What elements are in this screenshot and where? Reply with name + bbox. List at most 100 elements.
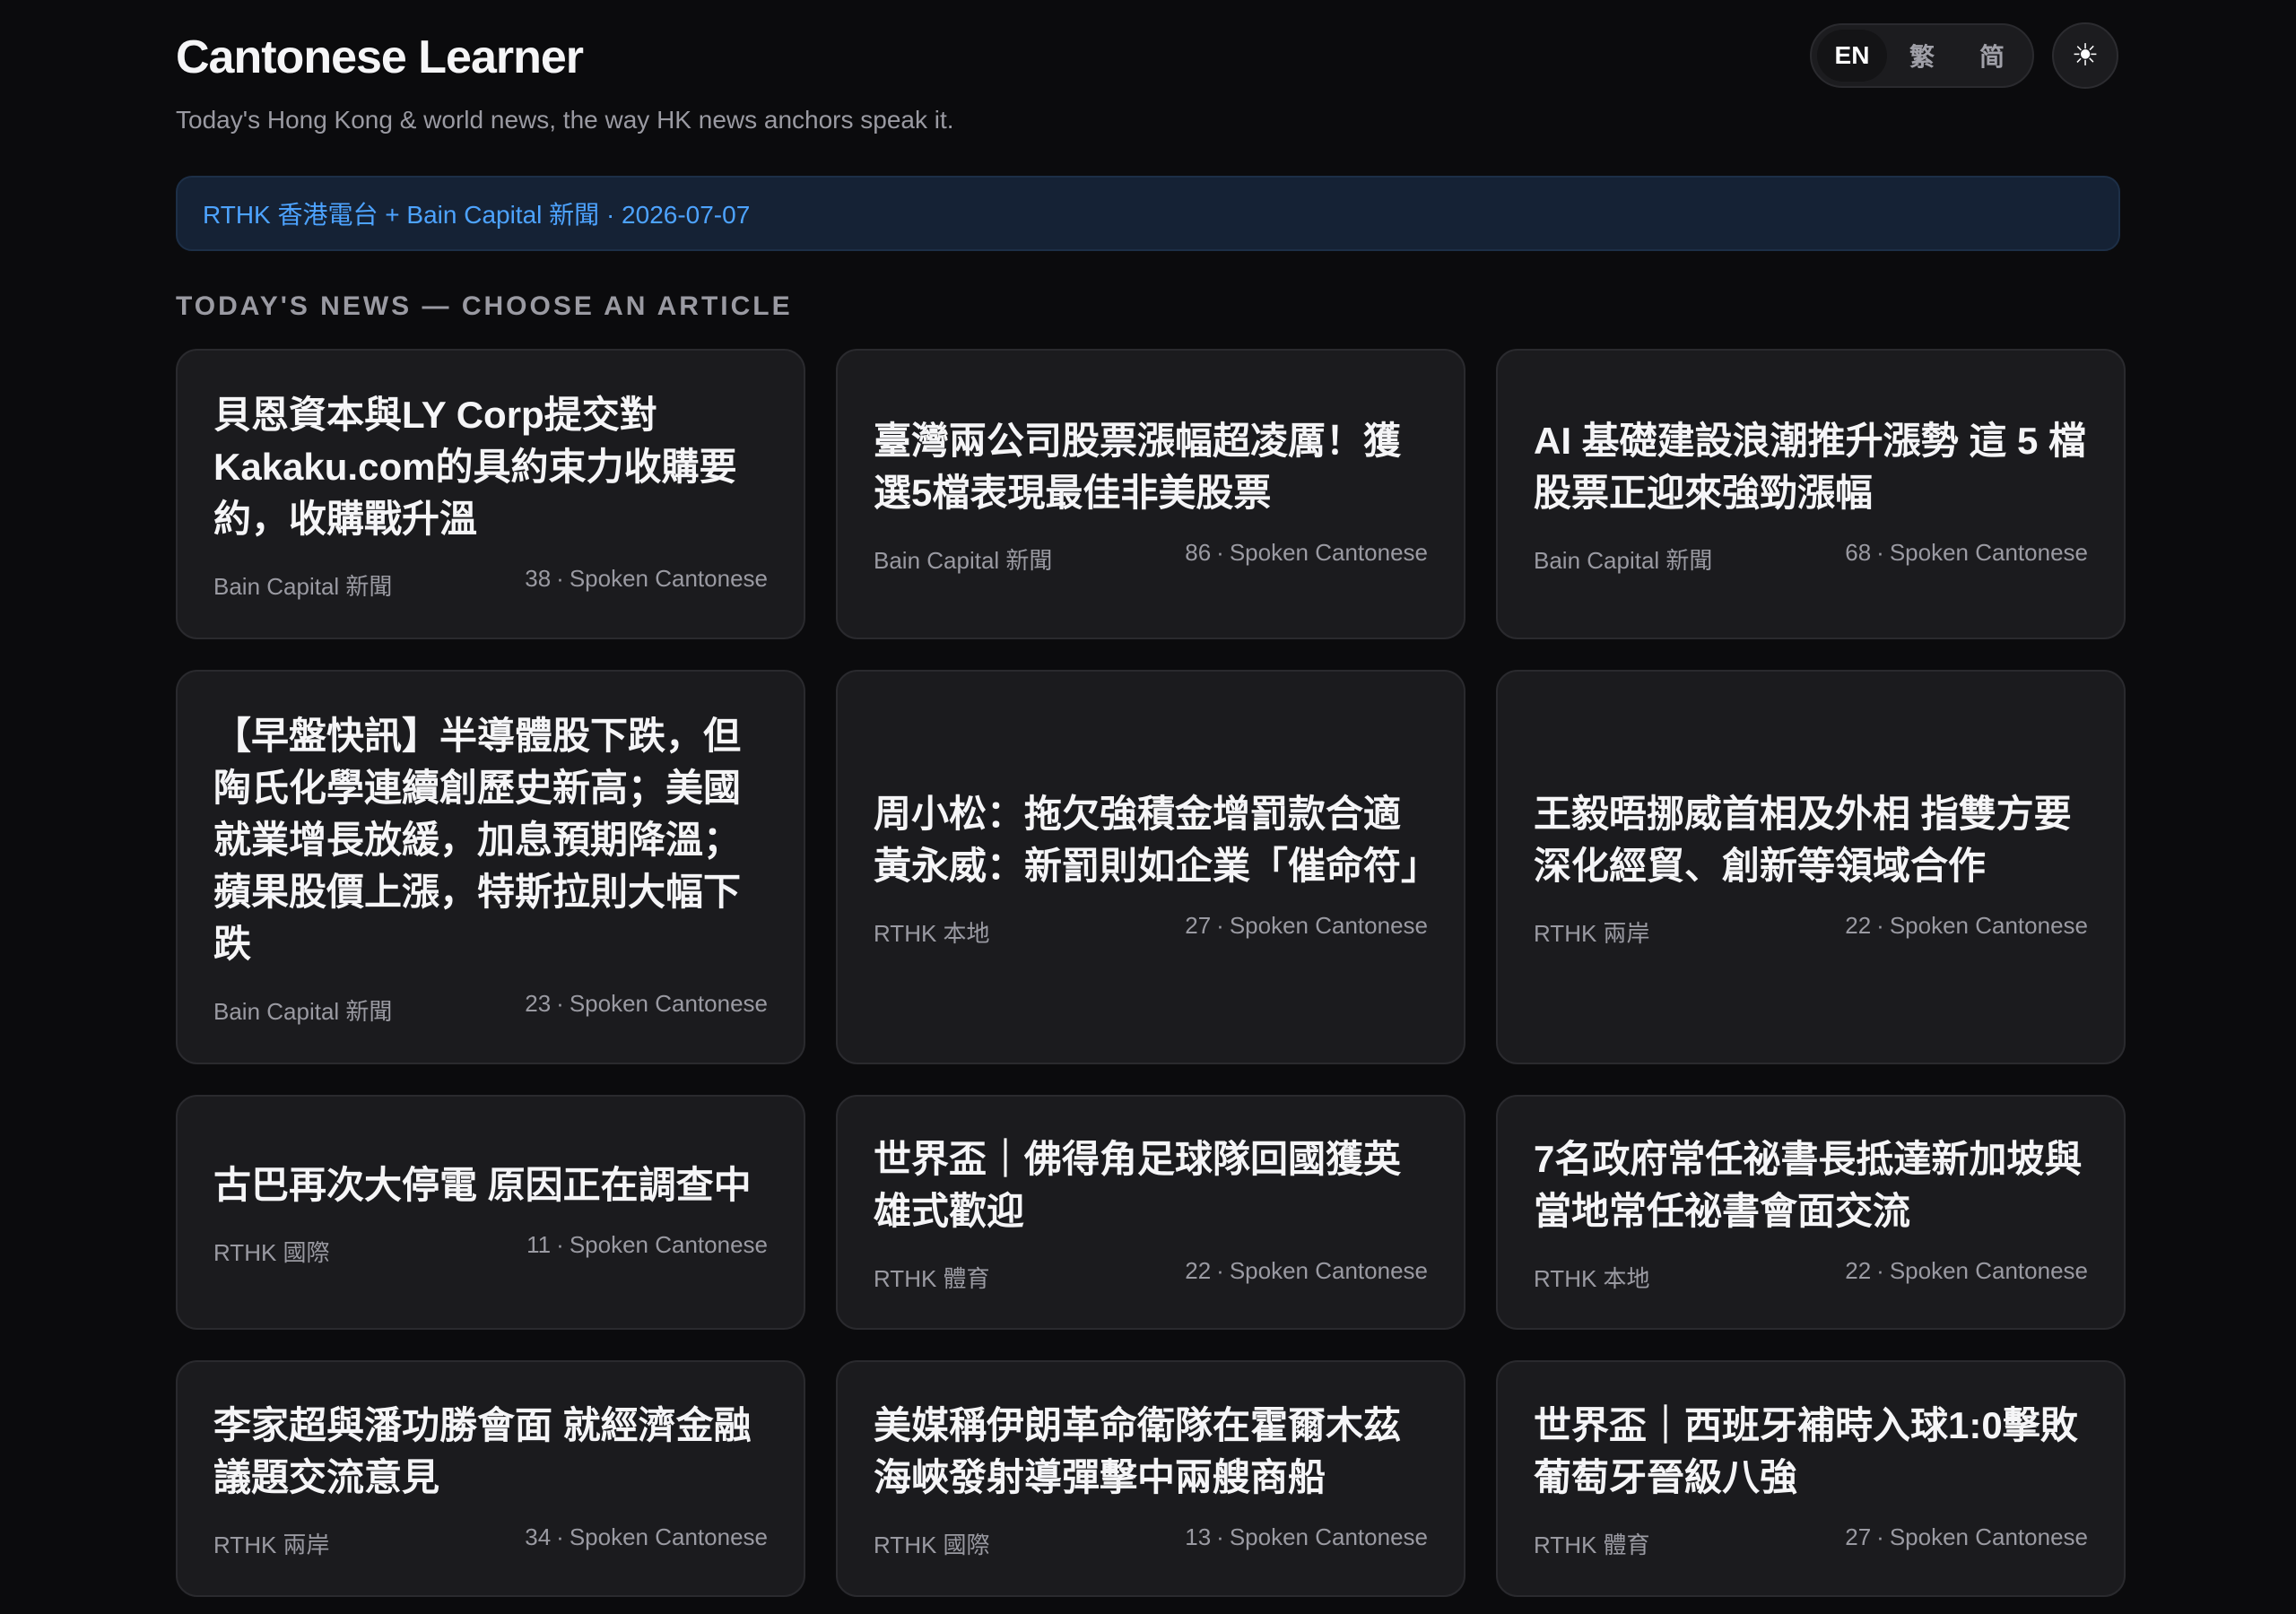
article-card-body: 【早盤快訊】半導體股下跌，但陶氏化學連續創歷史新高；美國就業增長放緩，加息預期降… bbox=[213, 710, 768, 1025]
separator-dot: · bbox=[1876, 1523, 1884, 1550]
article-mode: Spoken Cantonese bbox=[1889, 1523, 2088, 1550]
article-mode: Spoken Cantonese bbox=[1889, 539, 2088, 566]
article-count: 11 bbox=[526, 1231, 552, 1258]
separator-dot: · bbox=[556, 990, 564, 1017]
page: Cantonese Learner Today's Hong Kong & wo… bbox=[0, 0, 2296, 1614]
article-source: RTHK 本地 bbox=[1534, 1265, 1650, 1292]
article-mode: Spoken Cantonese bbox=[569, 565, 768, 592]
article-title: 貝恩資本與LY Corp提交對Kakaku.com的具約束力收購要約，收購戰升溫 bbox=[213, 394, 737, 540]
article-card-body: 世界盃｜西班牙補時入球1:0擊敗葡萄牙晉級八強 RTHK 體育 27 · Spoken … bbox=[1534, 1400, 2088, 1558]
article-mode: Spoken Cantonese bbox=[1889, 1257, 2088, 1284]
article-card-body: 古巴再次大停電 原因正在調查中 RTHK 國際 11 · Spoken Cantones… bbox=[213, 1159, 768, 1266]
article-source: RTHK 兩岸 bbox=[213, 1532, 330, 1558]
article-card[interactable]: AI 基礎建設浪潮推升漲勢 這 5 檔股票正迎來強勁漲幅 Bain Capital… bbox=[1496, 349, 2126, 639]
article-source: Bain Capital 新聞 bbox=[1534, 547, 1713, 574]
article-title: AI 基礎建設浪潮推升漲勢 這 5 檔股票正迎來強勁漲幅 bbox=[1534, 420, 2087, 514]
article-meta: RTHK 體育 27 · Spoken Cantonese bbox=[1534, 1522, 2088, 1558]
article-count: 23 bbox=[525, 990, 552, 1017]
article-meta: RTHK 體育 22 · Spoken Cantonese bbox=[874, 1255, 1428, 1292]
article-card[interactable]: 貝恩資本與LY Corp提交對Kakaku.com的具約束力收購要約，收購戰升溫… bbox=[176, 349, 805, 639]
lang-option-en[interactable]: EN bbox=[1817, 30, 1887, 82]
article-title: 周小松：拖欠強積金增罰款合適 黃永威：新罰則如企業「催命符」 bbox=[874, 793, 1439, 887]
lang-option-simplified[interactable]: 简 bbox=[1957, 30, 2027, 82]
article-meta: RTHK 國際 13 · Spoken Cantonese bbox=[874, 1522, 1428, 1558]
article-stat: 27 · Spoken Cantonese bbox=[1185, 912, 1428, 940]
article-count: 34 bbox=[525, 1523, 552, 1550]
article-card-body: 7名政府常任祕書長抵達新加坡與當地常任祕書會面交流 RTHK 本地 22 · Spoke… bbox=[1534, 1133, 2088, 1292]
article-count: 13 bbox=[1185, 1523, 1212, 1550]
article-stat: 38 · Spoken Cantonese bbox=[525, 565, 768, 593]
article-source: RTHK 兩岸 bbox=[1534, 920, 1650, 947]
separator-dot: · bbox=[1216, 1523, 1224, 1550]
article-card[interactable]: 王毅晤挪威首相及外相 指雙方要深化經貿、創新等領域合作 RTHK 兩岸 22 · Spo… bbox=[1496, 670, 2126, 1064]
article-count: 38 bbox=[525, 565, 552, 592]
article-stat: 22 · Spoken Cantonese bbox=[1845, 1257, 2088, 1285]
article-count: 27 bbox=[1185, 912, 1212, 939]
lang-option-traditional[interactable]: 繁 bbox=[1887, 30, 1957, 82]
article-card-body: 貝恩資本與LY Corp提交對Kakaku.com的具約束力收購要約，收購戰升溫… bbox=[213, 389, 768, 600]
article-title: 古巴再次大停電 原因正在調查中 bbox=[213, 1164, 752, 1206]
article-card-body: 世界盃｜佛得角足球隊回國獲英雄式歡迎 RTHK 體育 22 · Spoken Canto… bbox=[874, 1133, 1428, 1292]
article-title: 臺灣兩公司股票漲幅超凌厲！獲選5檔表現最佳非美股票 bbox=[874, 420, 1402, 514]
article-title: 世界盃｜西班牙補時入球1:0擊敗葡萄牙晉級八強 bbox=[1534, 1404, 2078, 1498]
article-count: 22 bbox=[1185, 1257, 1212, 1284]
article-title: 世界盃｜佛得角足球隊回國獲英雄式歡迎 bbox=[874, 1138, 1402, 1232]
article-card[interactable]: 世界盃｜西班牙補時入球1:0擊敗葡萄牙晉級八強 RTHK 體育 27 · Spoken … bbox=[1496, 1360, 2126, 1597]
separator-dot: · bbox=[1216, 539, 1224, 566]
article-source: Bain Capital 新聞 bbox=[213, 998, 393, 1025]
article-card-body: AI 基礎建設浪潮推升漲勢 這 5 檔股票正迎來強勁漲幅 Bain Capital… bbox=[1534, 415, 2088, 574]
article-stat: 23 · Spoken Cantonese bbox=[525, 990, 768, 1018]
article-meta: Bain Capital 新聞 38 · Spoken Cantonese bbox=[213, 563, 768, 600]
sun-icon: ☀ bbox=[2071, 39, 2100, 73]
separator-dot: · bbox=[1876, 912, 1884, 939]
article-stat: 22 · Spoken Cantonese bbox=[1185, 1257, 1428, 1285]
article-card[interactable]: 李家超與潘功勝會面 就經濟金融議題交流意見 RTHK 兩岸 34 · Spoken Ca… bbox=[176, 1360, 805, 1597]
article-source: RTHK 國際 bbox=[874, 1532, 990, 1558]
article-meta: RTHK 國際 11 · Spoken Cantonese bbox=[213, 1229, 768, 1266]
article-card[interactable]: 美媒稱伊朗革命衛隊在霍爾木茲海峽發射導彈擊中兩艘商船 RTHK 國際 13 · Spok… bbox=[836, 1360, 1465, 1597]
article-title: 【早盤快訊】半導體股下跌，但陶氏化學連續創歷史新高；美國就業增長放緩，加息預期降… bbox=[213, 715, 742, 965]
language-switch: EN 繁 简 bbox=[1810, 23, 2034, 88]
separator-dot: · bbox=[556, 565, 564, 592]
article-mode: Spoken Cantonese bbox=[1229, 539, 1428, 566]
article-title: 李家超與潘功勝會面 就經濟金融議題交流意見 bbox=[213, 1404, 752, 1498]
article-mode: Spoken Cantonese bbox=[569, 990, 768, 1017]
article-stat: 86 · Spoken Cantonese bbox=[1185, 539, 1428, 567]
article-card[interactable]: 臺灣兩公司股票漲幅超凌厲！獲選5檔表現最佳非美股票 Bain Capital 新聞… bbox=[836, 349, 1465, 639]
separator-dot: · bbox=[1216, 1257, 1224, 1284]
article-card[interactable]: 7名政府常任祕書長抵達新加坡與當地常任祕書會面交流 RTHK 本地 22 · Spoke… bbox=[1496, 1095, 2126, 1330]
article-meta: Bain Capital 新聞 86 · Spoken Cantonese bbox=[874, 537, 1428, 574]
article-count: 22 bbox=[1845, 912, 1872, 939]
article-meta: RTHK 兩岸 22 · Spoken Cantonese bbox=[1534, 910, 2088, 947]
article-source: RTHK 體育 bbox=[1534, 1532, 1650, 1558]
section-label: TODAY'S NEWS — CHOOSE AN ARTICLE bbox=[176, 291, 793, 321]
article-count: 68 bbox=[1845, 539, 1872, 566]
article-count: 22 bbox=[1845, 1257, 1872, 1284]
article-card-body: 李家超與潘功勝會面 就經濟金融議題交流意見 RTHK 兩岸 34 · Spoken Ca… bbox=[213, 1400, 768, 1558]
theme-toggle-button[interactable]: ☀ bbox=[2052, 22, 2118, 89]
article-stat: 68 · Spoken Cantonese bbox=[1845, 539, 2088, 567]
article-stat: 27 · Spoken Cantonese bbox=[1845, 1523, 2088, 1551]
article-meta: RTHK 本地 22 · Spoken Cantonese bbox=[1534, 1255, 2088, 1292]
article-card-body: 臺灣兩公司股票漲幅超凌厲！獲選5檔表現最佳非美股票 Bain Capital 新聞… bbox=[874, 415, 1428, 574]
separator-dot: · bbox=[1216, 912, 1224, 939]
article-mode: Spoken Cantonese bbox=[1229, 1523, 1428, 1550]
article-title: 7名政府常任祕書長抵達新加坡與當地常任祕書會面交流 bbox=[1534, 1138, 2083, 1232]
article-card[interactable]: 古巴再次大停電 原因正在調查中 RTHK 國際 11 · Spoken Cantones… bbox=[176, 1095, 805, 1330]
article-source: RTHK 國際 bbox=[213, 1239, 330, 1266]
article-card[interactable]: 周小松：拖欠強積金增罰款合適 黃永威：新罰則如企業「催命符」 RTHK 本地 27 ·… bbox=[836, 670, 1465, 1064]
separator-dot: · bbox=[556, 1523, 564, 1550]
article-title: 美媒稱伊朗革命衛隊在霍爾木茲海峽發射導彈擊中兩艘商船 bbox=[874, 1404, 1402, 1498]
article-meta: RTHK 兩岸 34 · Spoken Cantonese bbox=[213, 1522, 768, 1558]
article-meta: Bain Capital 新聞 23 · Spoken Cantonese bbox=[213, 988, 768, 1025]
article-card[interactable]: 世界盃｜佛得角足球隊回國獲英雄式歡迎 RTHK 體育 22 · Spoken Canto… bbox=[836, 1095, 1465, 1330]
separator-dot: · bbox=[556, 1231, 564, 1258]
article-mode: Spoken Cantonese bbox=[1889, 912, 2088, 939]
article-stat: 13 · Spoken Cantonese bbox=[1185, 1523, 1428, 1551]
article-card[interactable]: 【早盤快訊】半導體股下跌，但陶氏化學連續創歷史新高；美國就業增長放緩，加息預期降… bbox=[176, 670, 805, 1064]
article-card-body: 美媒稱伊朗革命衛隊在霍爾木茲海峽發射導彈擊中兩艘商船 RTHK 國際 13 · Spok… bbox=[874, 1400, 1428, 1558]
source-banner: RTHK 香港電台 + Bain Capital 新聞 · 2026-07-07 bbox=[176, 176, 2120, 251]
article-source: RTHK 本地 bbox=[874, 920, 990, 947]
article-count: 86 bbox=[1185, 539, 1212, 566]
article-source: Bain Capital 新聞 bbox=[874, 547, 1053, 574]
